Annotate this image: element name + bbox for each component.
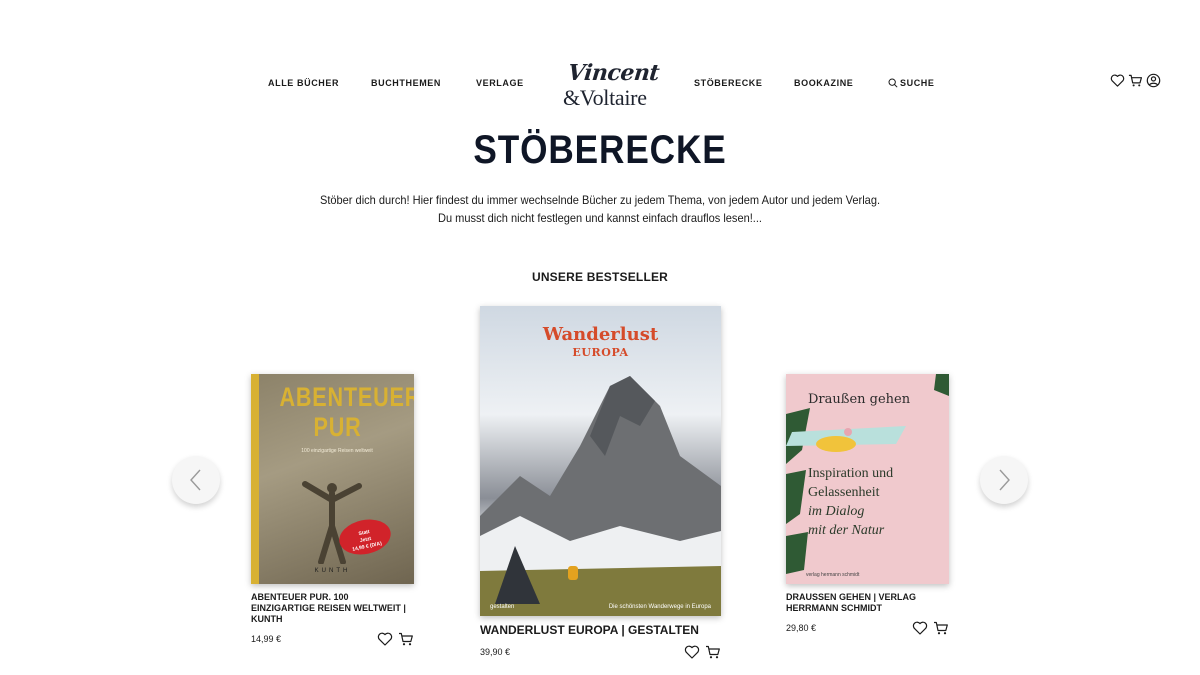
nav-link-alle-buecher[interactable]: ALLE BÜCHER	[268, 78, 339, 88]
book-card-wanderlust-europa: Wanderlust EUROPA gestalten Die schönste…	[480, 306, 721, 660]
wishlist-heart-icon[interactable]	[377, 631, 393, 647]
header-icon-group	[1110, 73, 1161, 88]
book-cover-abenteuer-pur[interactable]: ABENTEUER PUR 100 einzigartige Reisen we…	[251, 374, 414, 584]
cover-subtitle: EUROPA	[572, 346, 629, 359]
cover-title: Draußen gehen	[808, 392, 911, 407]
nav-link-suche-label: SUCHE	[900, 78, 935, 88]
cover-subtitle: 100 einzigartige Reisen weltweit	[301, 448, 373, 454]
chevron-right-icon	[999, 469, 1010, 491]
cover-title: Wanderlust	[542, 324, 659, 345]
add-to-cart-icon[interactable]	[933, 620, 949, 636]
carousel-next-button[interactable]	[980, 456, 1028, 504]
cover-publisher: verlag hermann schmidt	[806, 572, 860, 578]
book-card-draussen-gehen: Draußen gehen Inspiration und Gelassenhe…	[786, 374, 949, 636]
cart-icon[interactable]	[1128, 73, 1143, 88]
book-price: 14,99 €	[251, 634, 282, 644]
cover-tagline: Die schönsten Wanderwege in Europa	[608, 604, 711, 610]
book-title[interactable]: DRAUSSEN GEHEN | VERLAG HERRMANN SCHMIDT	[786, 592, 949, 614]
cover-line-3: im Dialog	[808, 504, 865, 519]
nav-link-buchthemen[interactable]: BUCHTHEMEN	[371, 78, 441, 88]
nav-link-bookazine[interactable]: BOOKAZINE	[794, 78, 853, 88]
site-header: ALLE BÜCHER BUCHTHEMEN VERLAGE Vincent &…	[0, 0, 1200, 120]
book-price: 29,80 €	[786, 623, 817, 633]
cover-line-4: mit der Natur	[808, 523, 885, 538]
book-title[interactable]: WANDERLUST EUROPA | GESTALTEN	[480, 623, 721, 637]
intro-text: Stöber dich durch! Hier findest du immer…	[0, 191, 1200, 227]
cover-line-2: Gelassenheit	[808, 485, 880, 500]
intro-line-1: Stöber dich durch! Hier findest du immer…	[319, 193, 881, 207]
site-logo[interactable]: Vincent &Voltaire	[558, 60, 661, 110]
user-icon[interactable]	[1146, 73, 1161, 88]
cover-text: Inspiration und Gelassenheit im Dialog m…	[808, 464, 893, 540]
mountain-landscape-illustration	[480, 376, 721, 616]
page-title: STÖBERECKE	[473, 128, 727, 172]
book-price: 39,90 €	[480, 647, 511, 657]
logo-line-1: Vincent	[566, 60, 661, 86]
book-cover-wanderlust-europa[interactable]: Wanderlust EUROPA gestalten Die schönste…	[480, 306, 721, 616]
intro-line-2: Du musst dich nicht festlegen und kannst…	[437, 211, 763, 225]
cover-stripe	[251, 374, 259, 584]
search-icon	[888, 78, 898, 88]
book-card-abenteuer-pur: ABENTEUER PUR 100 einzigartige Reisen we…	[251, 374, 414, 647]
book-cover-draussen-gehen[interactable]: Draußen gehen Inspiration und Gelassenhe…	[786, 374, 949, 584]
chevron-left-icon	[190, 469, 201, 491]
cover-brand: KUNTH	[314, 568, 351, 574]
cover-line-1: Inspiration und	[808, 466, 894, 481]
cover-footer: gestalten Die schönsten Wanderwege in Eu…	[480, 604, 721, 610]
heart-icon[interactable]	[1110, 73, 1125, 88]
cover-title: ABENTEUER PUR	[279, 382, 415, 442]
carousel-prev-button[interactable]	[172, 456, 220, 504]
nav-link-suche[interactable]: SUCHE	[888, 78, 935, 88]
cover-publisher: gestalten	[490, 604, 515, 610]
logo-line-2: &Voltaire	[563, 85, 647, 110]
nav-link-stoeberecke[interactable]: STÖBERECKE	[694, 78, 763, 88]
bestseller-heading: UNSERE BESTSELLER	[531, 270, 669, 284]
nav-link-verlage[interactable]: VERLAGE	[476, 78, 524, 88]
wishlist-heart-icon[interactable]	[912, 620, 928, 636]
book-title[interactable]: ABENTEUER PUR. 100 EINZIGARTIGE REISEN W…	[251, 592, 414, 625]
add-to-cart-icon[interactable]	[705, 644, 721, 660]
add-to-cart-icon[interactable]	[398, 631, 414, 647]
wishlist-heart-icon[interactable]	[684, 644, 700, 660]
